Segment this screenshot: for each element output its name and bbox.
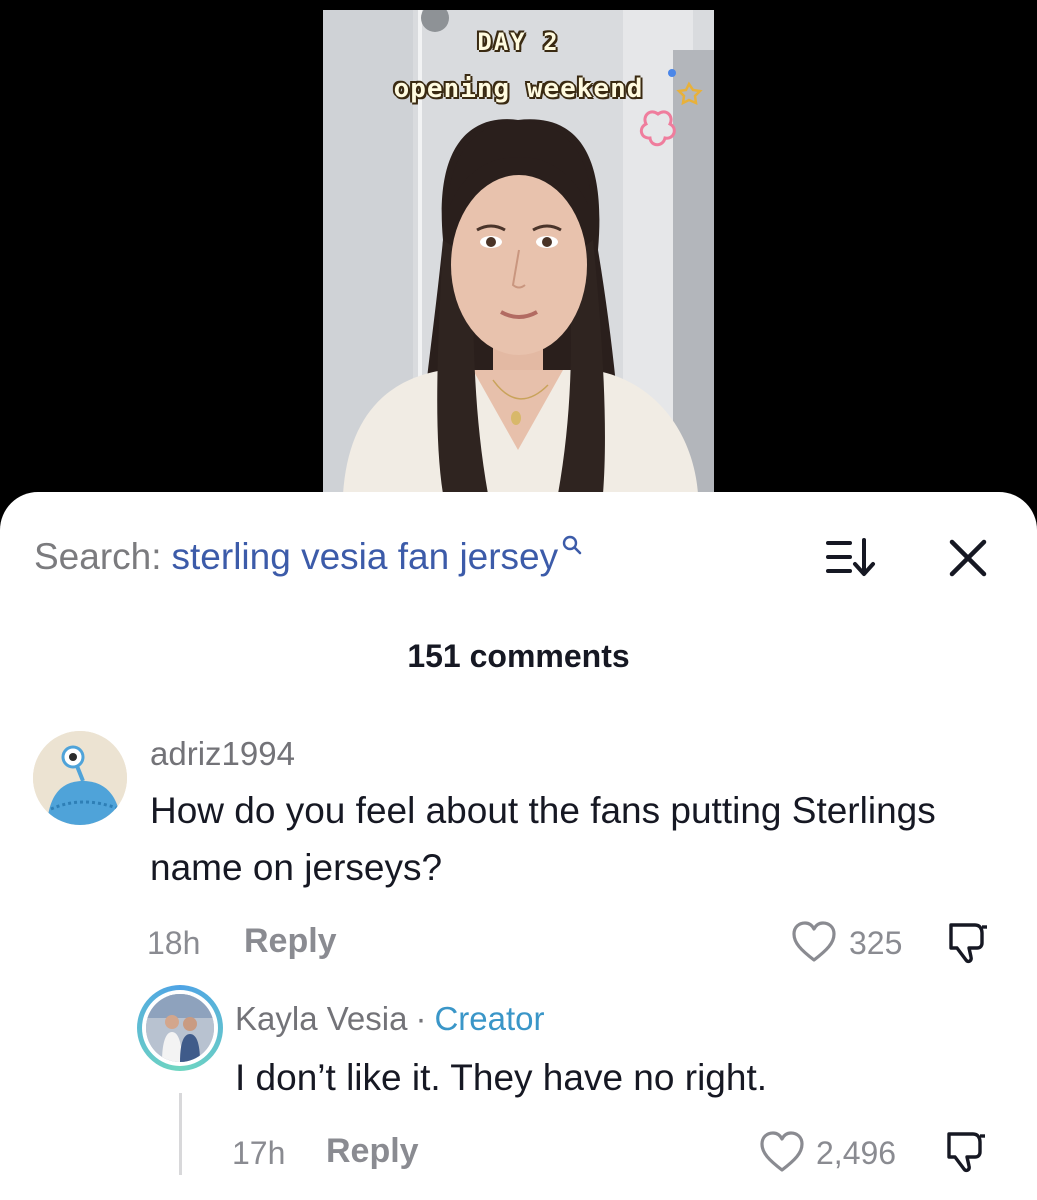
search-query-link[interactable]: sterling vesia fan jersey [172, 536, 559, 578]
reply-text: I don’t like it. They have no right. [235, 1057, 768, 1098]
reply-thread-line [179, 1093, 182, 1175]
avatar-ring [142, 990, 218, 1066]
video-overlay-subtitle: opening weekend [393, 74, 644, 104]
heart-icon[interactable] [759, 1131, 805, 1173]
alien-avatar-icon [33, 731, 127, 825]
heart-icon[interactable] [791, 921, 837, 963]
comment-timestamp: 18h [147, 925, 201, 961]
like-count: 2,496 [816, 1135, 897, 1171]
video-frame[interactable]: DAY 2 opening weekend [323, 10, 714, 494]
comment-search-bar[interactable]: Search: sterling vesia fan jersey [34, 534, 582, 580]
video-overlay-title: DAY 2 [477, 28, 560, 56]
sort-icon[interactable] [826, 537, 876, 579]
profile-photo-icon [146, 994, 214, 1062]
search-label: Search: [34, 536, 162, 577]
creator-badge: Creator [434, 1000, 545, 1037]
reply-username-text[interactable]: Kayla Vesia [235, 1000, 407, 1037]
reply-button[interactable]: Reply [326, 1132, 419, 1171]
like-count: 325 [849, 925, 903, 961]
comment-count: 151 comments [407, 638, 630, 674]
dislike-icon[interactable] [943, 1128, 989, 1174]
reply-button[interactable]: Reply [244, 922, 337, 961]
comment-text: How do you feel about the fans putting S… [150, 790, 936, 888]
dislike-icon[interactable] [945, 919, 991, 965]
avatar[interactable] [33, 731, 127, 825]
search-icon[interactable] [562, 535, 582, 555]
comment-username[interactable]: adriz1994 [150, 735, 295, 773]
video-player[interactable]: DAY 2 opening weekend [0, 0, 1037, 530]
reply-username[interactable]: Kayla Vesia · Creator [235, 1000, 545, 1038]
close-icon[interactable] [946, 536, 990, 580]
creator-separator: · [415, 1000, 427, 1037]
avatar-photo [146, 994, 214, 1062]
reply-timestamp: 17h [232, 1135, 286, 1171]
avatar[interactable] [137, 985, 223, 1071]
